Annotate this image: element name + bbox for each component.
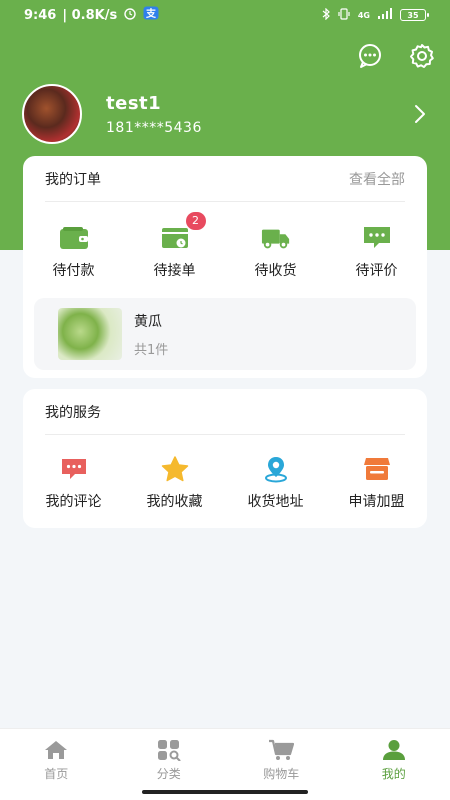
message-button[interactable] [356, 42, 384, 70]
orders-card: 我的订单 查看全部 待付款 2 待接单 待收货 待评价 黄瓜 共1件 [23, 156, 427, 378]
order-status-label: 待收货 [254, 263, 297, 279]
tab-home[interactable]: 首页 [0, 729, 113, 800]
chevron-right-icon[interactable] [408, 102, 432, 126]
svg-text:支: 支 [145, 7, 157, 20]
product-count: 共1件 [134, 342, 169, 358]
review-icon [363, 227, 390, 248]
pending-order-icon [161, 228, 188, 248]
tab-label: 首页 [44, 767, 69, 781]
service-shipping-address[interactable]: 收货地址 [225, 455, 326, 511]
tab-label: 我的 [381, 767, 406, 781]
alarm-icon [123, 6, 137, 24]
comment-icon [61, 459, 86, 479]
pending-count-badge: 2 [185, 212, 206, 230]
tab-mine[interactable]: 我的 [338, 729, 450, 800]
product-name: 黄瓜 [134, 313, 162, 330]
vibrate-icon [338, 7, 350, 23]
gear-icon [410, 44, 434, 68]
service-my-favorites[interactable]: 我的收藏 [124, 455, 225, 511]
order-pending-payment[interactable]: 待付款 [23, 224, 124, 280]
wallet-icon [59, 227, 88, 249]
phone-number: 181****5436 [106, 119, 202, 136]
star-icon [161, 456, 188, 482]
bluetooth-icon [322, 7, 330, 23]
view-all-orders-link[interactable]: 查看全部 [349, 169, 405, 189]
tab-label: 分类 [156, 767, 181, 781]
chat-bubble-icon [359, 44, 381, 68]
location-icon [264, 457, 287, 483]
status-time: 9:46 [24, 7, 57, 23]
service-my-comments[interactable]: 我的评论 [23, 455, 124, 511]
signal-label: 4G [357, 10, 370, 20]
service-label: 我的收藏 [146, 494, 203, 510]
profile-section[interactable]: test1 181****5436 [22, 84, 432, 144]
order-status-label: 待付款 [52, 263, 95, 279]
battery-indicator: 35 [400, 9, 429, 21]
order-status-label: 待评价 [355, 263, 398, 279]
signal-icon [378, 8, 392, 22]
status-bar: 9:46 | 0.8K/s 支 4G 35 [0, 0, 450, 30]
status-network-speed: | 0.8K/s [62, 7, 118, 23]
service-label: 我的评论 [45, 494, 102, 510]
service-apply-franchise[interactable]: 申请加盟 [326, 455, 427, 511]
cart-icon [269, 739, 295, 760]
truck-icon [261, 229, 289, 249]
order-pending-review[interactable]: 待评价 [326, 224, 427, 280]
home-icon [45, 741, 68, 759]
service-label: 申请加盟 [348, 494, 405, 510]
category-icon [157, 740, 181, 761]
avatar[interactable] [22, 84, 82, 144]
app-notification-icon: 支 [143, 6, 159, 24]
order-status-label: 待接单 [153, 263, 196, 279]
store-icon [363, 458, 390, 480]
home-indicator [142, 790, 308, 794]
services-card: 我的服务 我的评论 我的收藏 收货地址 申请加盟 [23, 389, 427, 528]
order-pending-acceptance[interactable]: 2 待接单 [124, 212, 225, 280]
username: test1 [106, 92, 162, 114]
orders-title: 我的订单 [45, 171, 101, 188]
settings-button[interactable] [408, 42, 436, 70]
recent-order-product[interactable]: 黄瓜 共1件 [34, 298, 416, 370]
user-icon [382, 740, 405, 760]
service-label: 收货地址 [247, 494, 304, 510]
order-pending-receipt[interactable]: 待收货 [225, 224, 326, 280]
tab-label: 购物车 [263, 767, 300, 781]
services-title: 我的服务 [45, 404, 101, 421]
product-image [58, 308, 122, 360]
